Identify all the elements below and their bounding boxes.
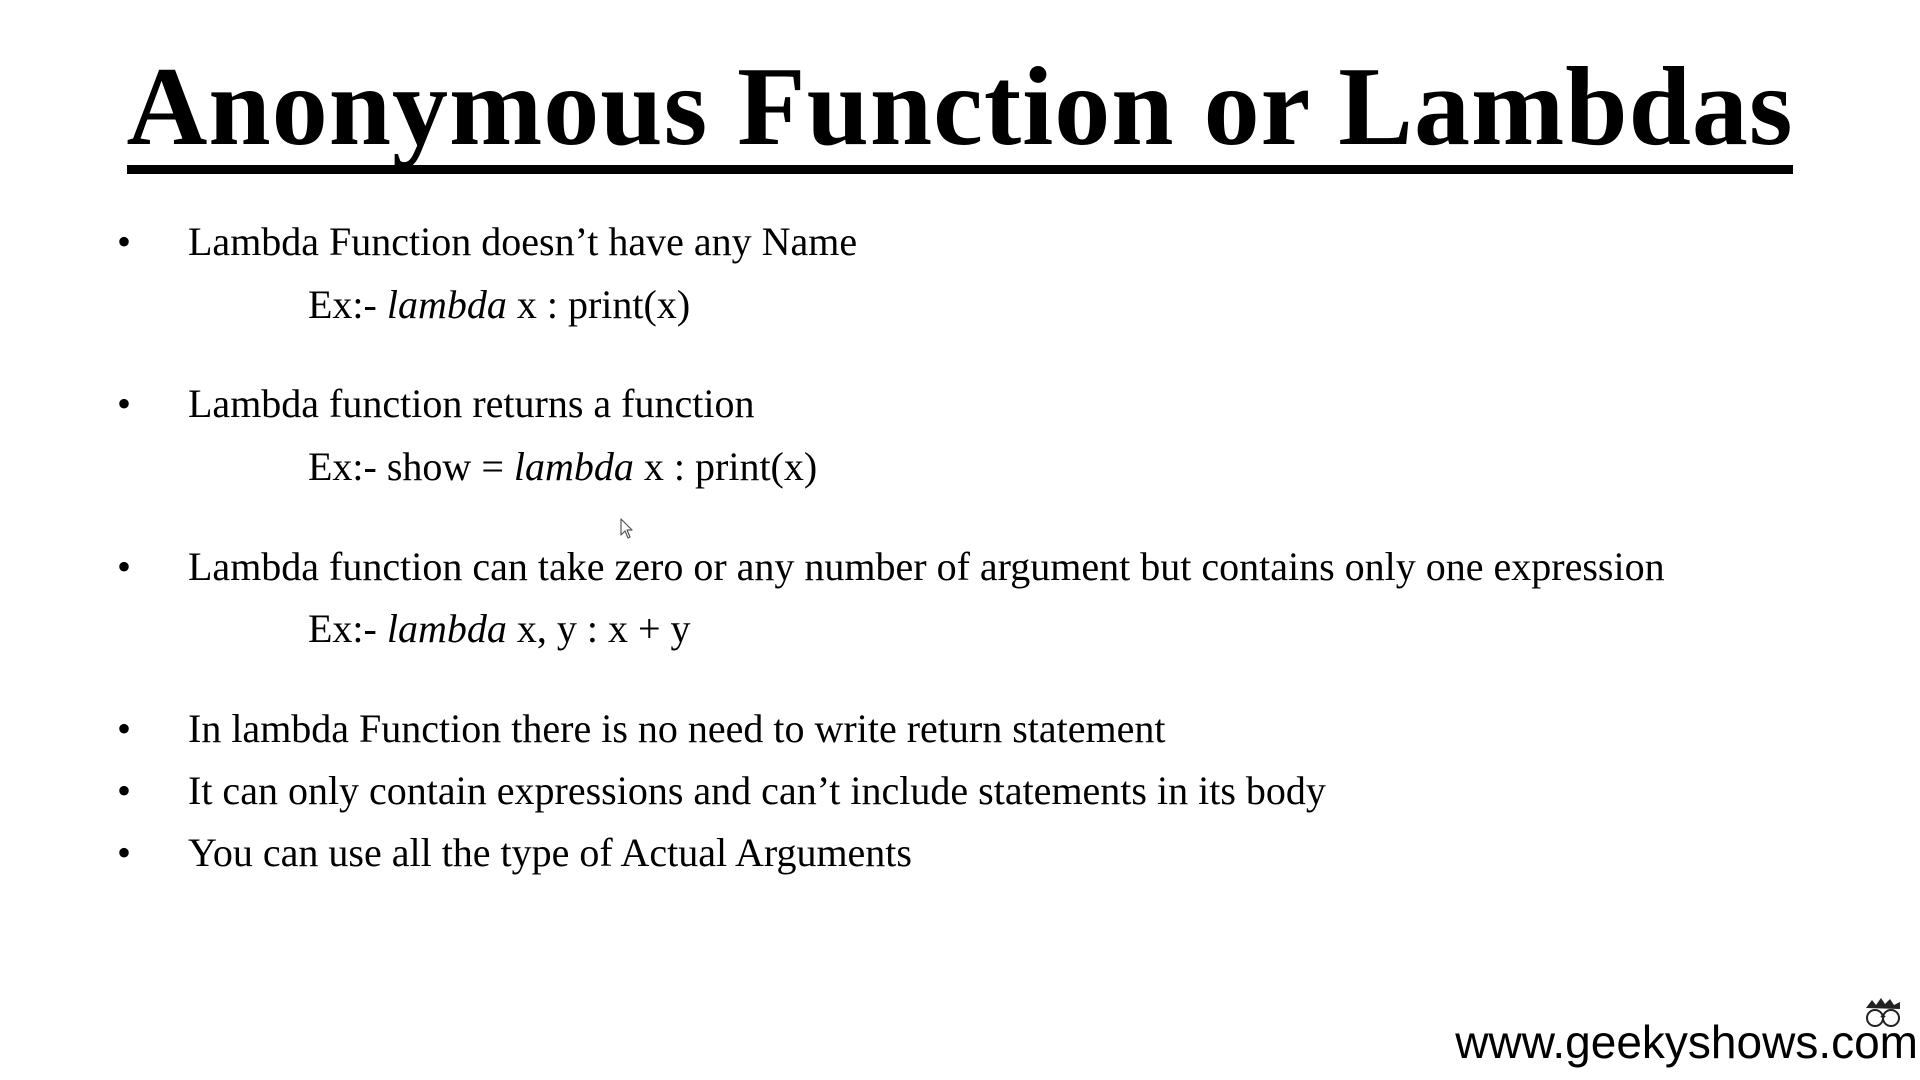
bullet-dot: • — [116, 830, 131, 875]
example-suffix: x : print(x) — [506, 282, 691, 327]
bullet-example: Ex:- lambda x : print(x) — [308, 280, 690, 330]
bullet-dot: • — [116, 768, 131, 813]
example-prefix: Ex:- — [308, 606, 387, 651]
bullet-text: Lambda function returns a function — [188, 381, 755, 426]
example-keyword: lambda — [386, 606, 507, 651]
mouse-cursor-icon — [620, 518, 633, 539]
example-suffix: x, y : x + y — [506, 606, 691, 651]
example-prefix: Ex:- — [308, 282, 387, 327]
bullet-dot: • — [116, 706, 131, 751]
bullet-example: Ex:- show = lambda x : print(x) — [308, 442, 817, 492]
bullet-example: Ex:- lambda x, y : x + y — [308, 604, 691, 654]
bullet-dot: • — [116, 544, 131, 589]
example-keyword: lambda — [386, 282, 507, 327]
bullet-dot: • — [116, 381, 131, 426]
example-prefix: Ex:- show = — [308, 444, 514, 489]
bullet-text: In lambda Function there is no need to w… — [188, 706, 1166, 751]
bullet-text: Lambda Function doesn’t have any Name — [188, 219, 858, 264]
bullet-text: You can use all the type of Actual Argum… — [188, 830, 912, 875]
bullet-list: • Lambda Function doesn’t have any Name … — [0, 0, 1920, 1080]
bullet-text: Lambda function can take zero or any num… — [188, 544, 1665, 589]
example-suffix: x : print(x) — [633, 444, 818, 489]
footer-url: www.geekyshows.com — [1455, 1016, 1918, 1068]
example-keyword: lambda — [513, 444, 634, 489]
bullet-text: It can only contain expressions and can’… — [188, 768, 1326, 813]
footer-branding: www.geekyshows.com — [1420, 990, 1920, 1070]
bullet-dot: • — [116, 219, 131, 264]
